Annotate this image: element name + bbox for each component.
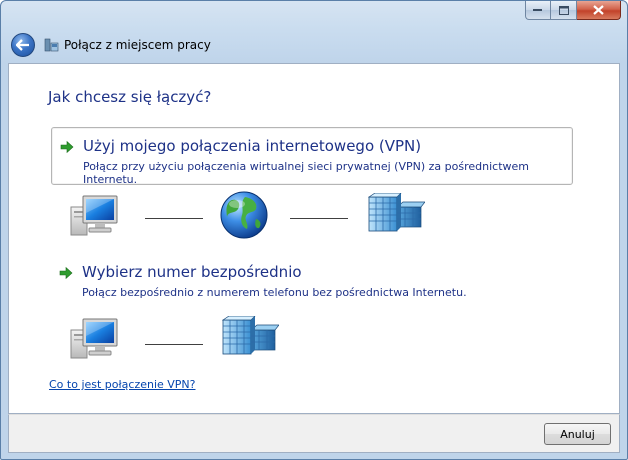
globe-icon (220, 191, 268, 239)
computer-icon (70, 318, 118, 359)
window-title: Połącz z miejscem pracy (64, 38, 211, 52)
dialog-window: Połącz z miejscem pracy Jak chcesz się ł… (0, 0, 628, 460)
option-title: Użyj mojego połączenia internetowego (VP… (83, 137, 422, 155)
computer-icon (70, 195, 118, 236)
green-arrow-icon (59, 266, 73, 280)
network-connection-icon (44, 38, 59, 52)
office-building-icon (221, 316, 279, 355)
option-vpn[interactable]: Użyj mojego połączenia internetowego (VP… (51, 127, 573, 186)
window-controls (525, 1, 621, 20)
connector-line (145, 218, 203, 219)
connector-line (145, 344, 203, 345)
office-building-icon (367, 193, 425, 232)
minimize-button[interactable] (525, 1, 551, 20)
maximize-button[interactable] (551, 1, 577, 20)
title-bar (1, 1, 627, 27)
connector-line (290, 218, 348, 219)
back-button[interactable] (11, 33, 35, 57)
option-description: Połącz przy użyciu połączenia wirtualnej… (83, 160, 529, 186)
navigation-bar: Połącz z miejscem pracy (1, 27, 627, 63)
minimize-icon (533, 9, 542, 11)
option-title: Wybierz numer bezpośrednio (82, 263, 302, 281)
button-bar: Anuluj (8, 414, 620, 453)
close-button[interactable] (577, 1, 621, 20)
option-dial-up[interactable]: Wybierz numer bezpośrednio Połącz bezpoś… (51, 254, 573, 312)
green-arrow-icon (60, 140, 74, 154)
close-icon (593, 5, 604, 15)
content-panel: Jak chcesz się łączyć? Użyj mojego połąc… (8, 63, 620, 414)
cancel-button[interactable]: Anuluj (544, 423, 611, 445)
vpn-help-link[interactable]: Co to jest połączenie VPN? (49, 378, 196, 391)
page-heading: Jak chcesz się łączyć? (48, 88, 212, 106)
maximize-icon (558, 5, 569, 15)
option-description: Połącz bezpośrednio z numerem telefonu b… (82, 286, 467, 299)
back-arrow-icon (16, 39, 29, 51)
